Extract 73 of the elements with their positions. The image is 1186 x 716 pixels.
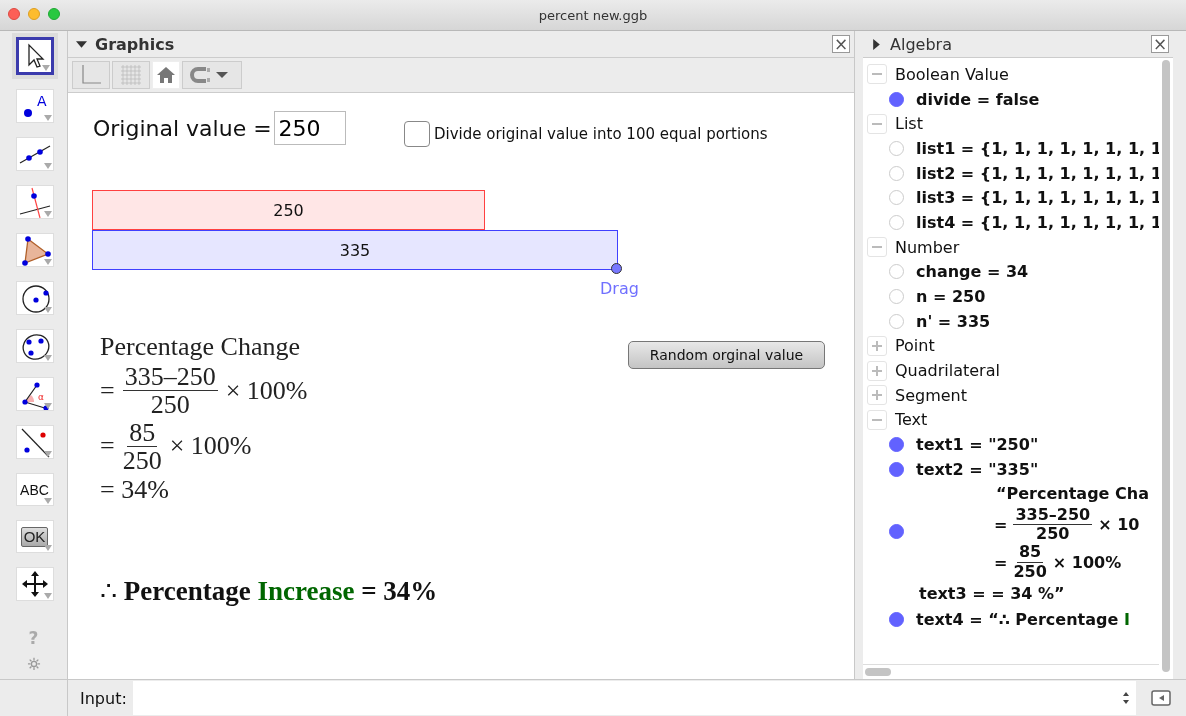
settings-icon[interactable] <box>25 657 42 671</box>
close-button[interactable]: × <box>1151 35 1169 53</box>
reflect-tool-button[interactable] <box>15 425 54 459</box>
collapse-toggle[interactable] <box>867 409 887 430</box>
zoom-window-button[interactable] <box>48 8 60 20</box>
formula-line: = 34% <box>100 474 170 507</box>
object-definition: text4 = “∴ Percentage I <box>916 610 1130 630</box>
object-definition: n = 250 <box>916 287 986 307</box>
expand-toggle[interactable] <box>867 385 887 406</box>
input-field[interactable] <box>132 681 1136 715</box>
visibility-toggle[interactable] <box>889 523 904 539</box>
panel-toggle-icon <box>1151 690 1171 706</box>
input-label: Input: <box>80 688 127 708</box>
circle-tool-button[interactable] <box>15 281 54 315</box>
visibility-toggle[interactable] <box>889 437 904 453</box>
close-button[interactable]: × <box>832 35 850 53</box>
collapse-toggle[interactable] <box>867 113 887 134</box>
polygon-tool-button[interactable] <box>15 233 54 267</box>
group-label: Segment <box>895 385 967 405</box>
axes-toggle-button[interactable] <box>72 61 110 89</box>
value-bar: 250 <box>92 190 485 230</box>
collapse-caret-icon[interactable] <box>76 38 87 50</box>
conic-tool-button[interactable] <box>15 329 54 363</box>
minimize-window-button[interactable] <box>28 8 40 20</box>
window-title: percent new.ggb <box>538 7 648 23</box>
visibility-toggle[interactable] <box>889 612 904 628</box>
grid-icon <box>119 63 143 87</box>
object-definition: text1 = "250" <box>916 435 1039 455</box>
random-value-button[interactable]: Random orginal value <box>628 341 825 369</box>
expand-toggle[interactable] <box>867 360 887 381</box>
object-definition: text3 = = 34 %” <box>918 583 1066 606</box>
collapse-toggle[interactable] <box>867 64 887 85</box>
snap-dropdown-button[interactable] <box>182 61 242 89</box>
pan-tool-button[interactable] <box>15 567 54 602</box>
expand-toggle[interactable] <box>867 335 887 356</box>
grid-toggle-button[interactable] <box>112 61 150 89</box>
checkbox-label: Divide original value into 100 equal portions <box>434 125 768 143</box>
spinner-arrows-icon[interactable] <box>1122 691 1130 705</box>
visibility-toggle[interactable] <box>889 91 904 107</box>
group-label: Quadrilateral <box>895 361 1000 381</box>
object-definition: n' = 335 <box>916 311 991 331</box>
group-label: Point <box>895 336 935 356</box>
scrollbar-thumb[interactable] <box>865 668 891 676</box>
collapse-toggle[interactable] <box>867 237 887 258</box>
perpendicular-tool-button[interactable] <box>15 185 54 219</box>
object-definition: text2 = "335" <box>916 459 1039 479</box>
perpendicular-line-icon <box>18 186 51 218</box>
scrollbar-thumb[interactable] <box>1162 60 1170 672</box>
conclusion-text: ∴ Percentage Increase = 34% <box>100 575 438 607</box>
line-tool-button[interactable] <box>15 137 54 171</box>
object-definition: divide = false <box>916 89 1040 109</box>
original-value-field[interactable]: 250 <box>273 111 346 145</box>
group-label: Text <box>895 410 928 430</box>
expand-caret-icon[interactable] <box>871 38 882 50</box>
axes-icon <box>79 63 103 87</box>
visibility-toggle[interactable] <box>889 461 904 477</box>
group-label: Boolean Value <box>895 64 1009 84</box>
object-definition: change = 34 <box>916 262 1029 282</box>
object-definition: “Percentage Cha <box>996 482 1149 505</box>
close-window-button[interactable] <box>8 8 20 20</box>
value-bar: 335 <box>92 230 618 270</box>
text-tool-button[interactable]: ABC <box>15 473 54 507</box>
formula-line: Percentage Change <box>100 331 301 363</box>
group-label: Number <box>895 237 960 257</box>
drag-point[interactable] <box>611 263 622 274</box>
group-label: List <box>895 114 923 134</box>
panel-title: Graphics <box>95 34 176 54</box>
drag-label: Drag <box>600 279 639 298</box>
divide-checkbox[interactable] <box>404 121 430 147</box>
original-value-label: Original value = <box>93 115 272 141</box>
panel-title: Algebra <box>890 34 953 54</box>
button-tool-button[interactable]: OK <box>15 520 54 554</box>
home-button[interactable] <box>152 61 180 89</box>
